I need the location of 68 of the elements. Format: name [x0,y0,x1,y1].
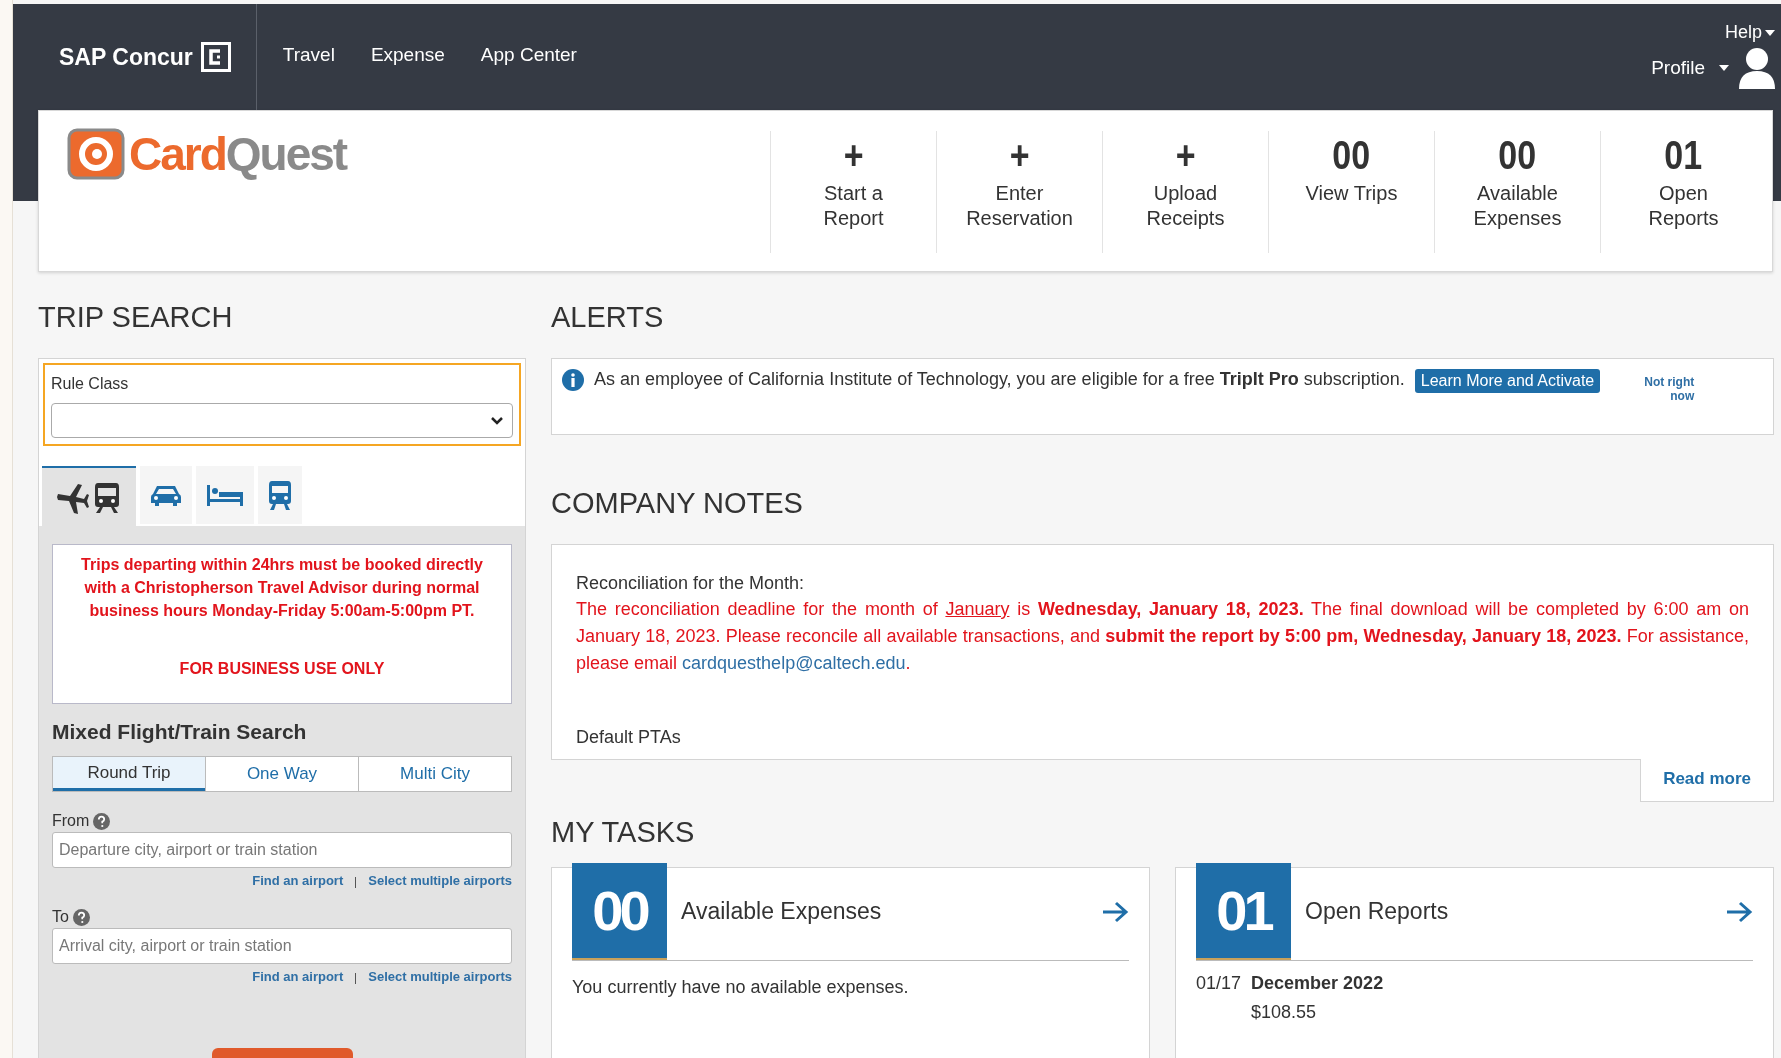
brand-logo-icon [200,42,231,72]
section-heading: COMPANY NOTES [551,487,804,520]
arrow-right-icon[interactable] [1725,900,1753,923]
trip-type-tab[interactable]: Round Trip [53,757,205,791]
help-menu[interactable]: Help [1724,22,1762,43]
travel-mode-tab[interactable] [140,466,192,524]
nav-link[interactable]: Expense [360,44,465,66]
field-label: Rule Class [51,375,130,393]
arrow-right-icon[interactable] [1101,900,1129,923]
alert-message: As an employee of California Institute of Technology, you are eligible for a free TripIt Pro subscription. [594,369,1405,390]
search-title: Mixed Flight/Train Search [52,720,308,744]
section-heading: TRIP SEARCH [38,301,234,334]
travel-mode-tab[interactable] [196,466,254,524]
note-subtitle: Default PTAs [576,727,682,748]
user-avatar-icon[interactable] [1739,47,1775,89]
dismiss-link[interactable]: Not right now [1624,375,1695,403]
caret-icon [1765,29,1775,36]
trip-type-tab[interactable]: One Way [205,757,358,791]
travel-mode-tab[interactable] [42,466,136,526]
quick-action[interactable]: 00 View Trips [1268,131,1434,253]
airport-link[interactable]: Find an airport [252,873,344,888]
nav-link[interactable]: Travel [272,44,355,66]
quick-action[interactable]: + Upload Receipts [1102,131,1268,253]
quick-action[interactable]: + Enter Reservation [936,131,1102,253]
task-title[interactable]: Available Expenses [681,898,1087,925]
field-label: From [52,812,90,830]
airport-link[interactable]: Select multiple airports [368,969,512,984]
note-title: Reconciliation for the Month: [576,573,806,594]
trip-type-tab[interactable]: Multi City [358,757,511,791]
read-more-link[interactable]: Read more [1640,759,1774,802]
location-input-field[interactable]: Arrival city, airport or train station [52,928,512,964]
airport-link[interactable]: Select multiple airports [368,873,512,888]
note-paragraph: The reconciliation deadline for the month of January is Wednesday, January 18, 2023. The final download will be completed by 6:00 am on January 18, 2023. Please reconcile all available transactions, and submit the report by 5:00 pm, Wednesday, January 18, 2023. For assistance, please email cardquesthelp@caltech.edu. [576,598,1749,675]
location-input-field[interactable]: Departure city, airport or train station [52,832,512,868]
help-icon[interactable] [93,812,111,830]
section-heading: ALERTS [551,301,665,334]
activate-button[interactable]: Learn More and Activate [1414,369,1601,393]
report-name[interactable]: December 2022 [1251,973,1384,994]
notice-text: FOR BUSINESS USE ONLY [178,659,386,679]
notice-text: Trips departing within 24hrs must be booked directly with a Christopherson Travel Advisor during normal business hours Monday-Friday 5:00am-5:00pm PT. [80,555,484,621]
airport-link[interactable]: Find an airport [252,969,344,984]
chevron-down-icon [490,415,504,426]
report-amount: $108.55 [1251,1002,1318,1023]
count-tile: 01 [1196,863,1291,960]
bed-icon [206,484,244,506]
caret-icon [1719,65,1729,71]
quick-action[interactable]: + Start a Report [770,131,936,253]
train-icon [268,479,292,511]
report-date: 01/17 [1196,973,1242,995]
count-tile: 00 [572,863,667,960]
email-link[interactable]: cardquesthelp@caltech.edu [682,653,906,673]
info-icon [562,369,584,391]
empty-message: You currently have no available expenses. [572,977,910,998]
nav-link[interactable]: App Center [470,44,597,66]
quick-action[interactable]: 01 Open Reports [1600,131,1766,253]
help-icon[interactable] [72,908,90,926]
task-title[interactable]: Open Reports [1305,898,1711,925]
field-label: To [52,908,69,926]
plane-train-icon [56,480,122,514]
logo-icon [67,128,125,180]
company-logo-text: CardQuest [129,127,347,181]
brand-name[interactable]: SAP Concur [59,43,193,71]
travel-mode-tab[interactable] [258,466,302,524]
month-link[interactable]: January [945,599,1010,619]
quick-action[interactable]: 00 Available Expenses [1434,131,1600,253]
section-heading: MY TASKS [551,816,696,849]
profile-menu[interactable]: Profile [1651,57,1705,79]
car-icon [150,483,182,507]
